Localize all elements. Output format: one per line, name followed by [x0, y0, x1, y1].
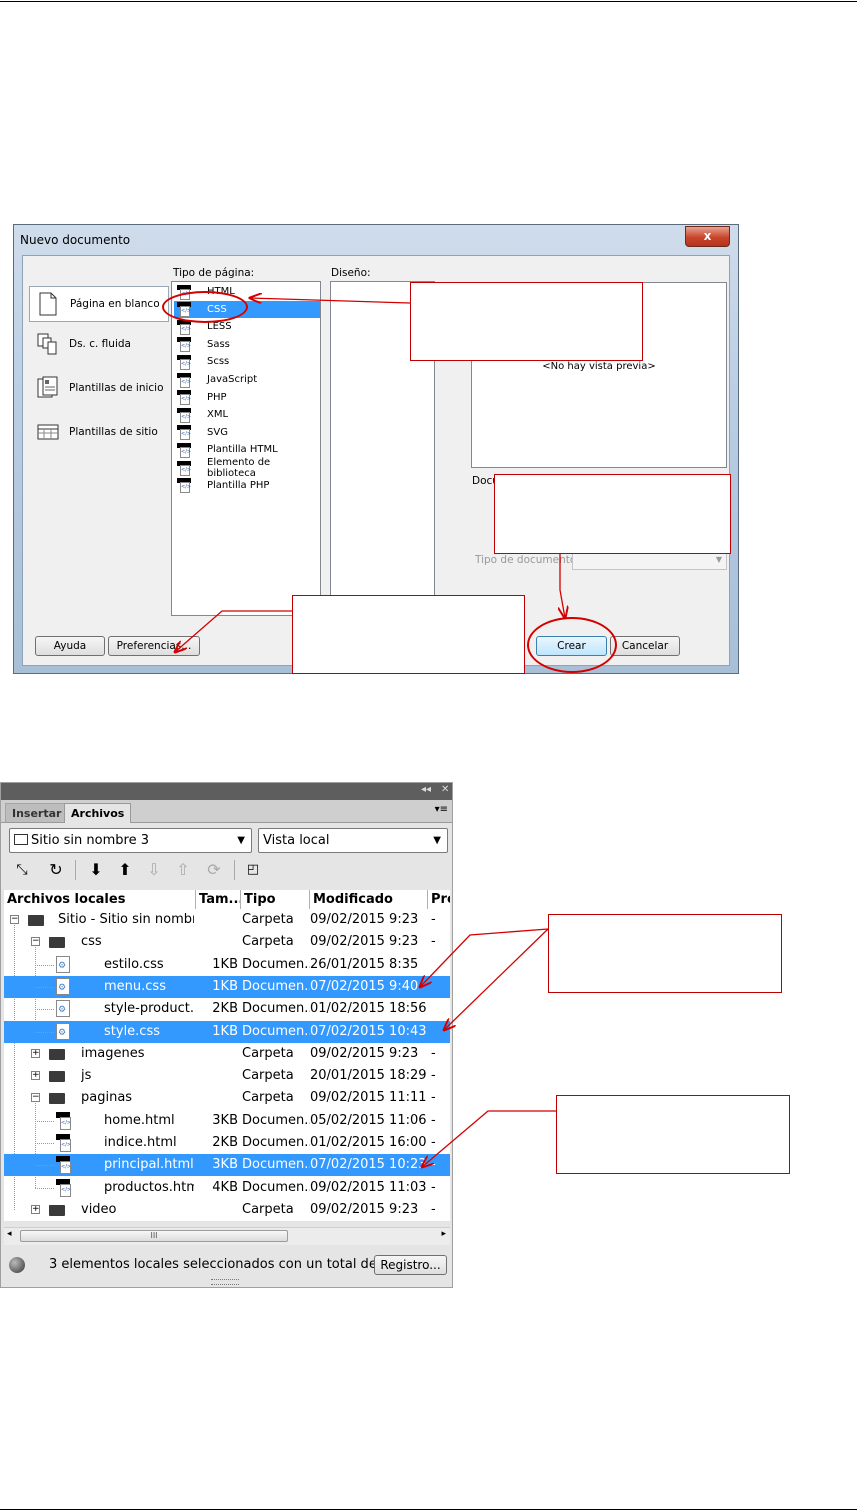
- arrow-to-preferences: [175, 610, 292, 652]
- arrow-to-principal-html: [422, 1110, 556, 1167]
- arrow-to-menu-css: [420, 928, 549, 987]
- arrow-to-create: [560, 554, 565, 618]
- arrow-to-style-css: [444, 928, 549, 1030]
- arrow-to-css: [250, 298, 411, 304]
- annotation-arrows: [0, 0, 857, 1512]
